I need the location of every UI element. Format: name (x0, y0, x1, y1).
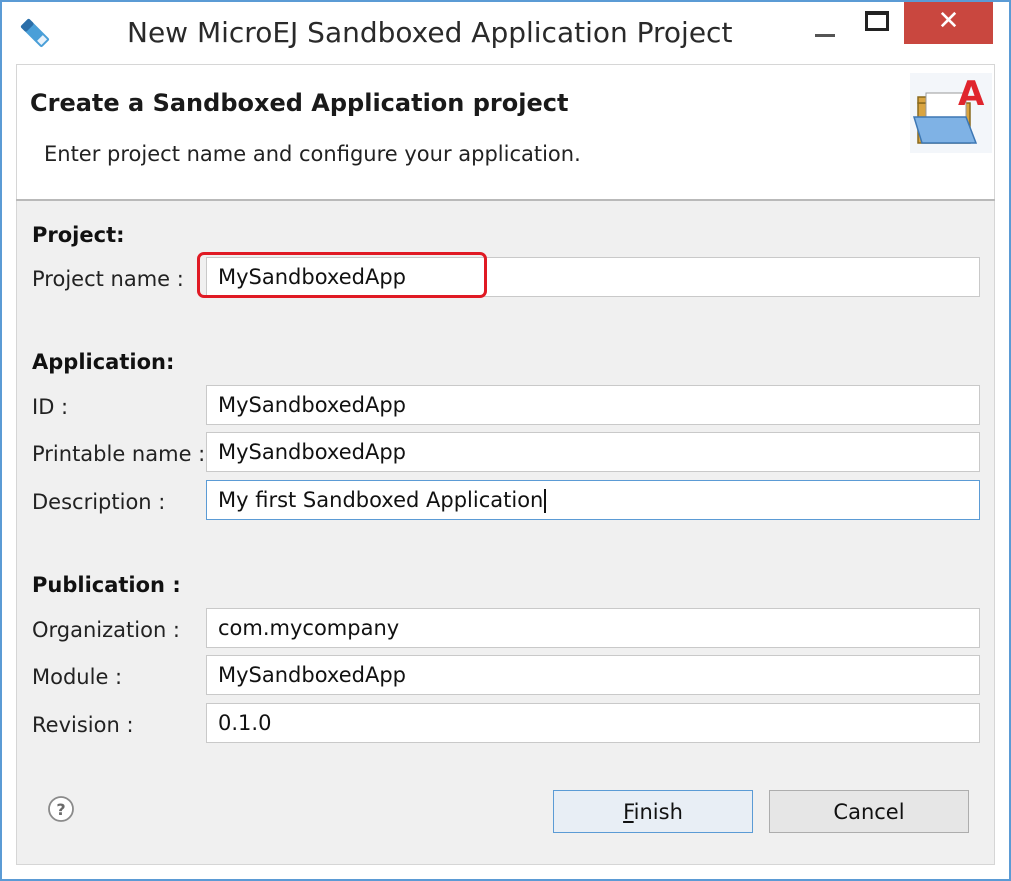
organization-input[interactable]: com.mycompany (206, 608, 980, 648)
svg-text:?: ? (56, 800, 65, 819)
minimize-icon (815, 33, 835, 37)
application-section-title: Application: (32, 350, 175, 374)
organization-label: Organization : (32, 618, 181, 642)
description-input[interactable]: My first Sandboxed Application (206, 480, 980, 520)
description-value: My first Sandboxed Application (218, 488, 544, 512)
wizard-window: New MicroEJ Sandboxed Application Projec… (0, 0, 1011, 881)
maximize-icon (865, 11, 889, 31)
svg-text:A: A (958, 74, 985, 114)
window-title: New MicroEJ Sandboxed Application Projec… (127, 16, 733, 49)
module-input[interactable]: MySandboxedApp (206, 655, 980, 695)
microej-app-icon (20, 18, 50, 48)
close-icon: ✕ (937, 6, 960, 36)
app-id-label: ID : (32, 395, 69, 419)
project-section-title: Project: (32, 223, 125, 247)
publication-section-title: Publication : (32, 573, 181, 597)
finish-button[interactable]: Finish (553, 790, 753, 833)
help-icon[interactable]: ? (47, 795, 75, 823)
button-bar: ? Finish Cancel (16, 746, 995, 865)
cancel-button[interactable]: Cancel (769, 790, 969, 833)
text-caret (544, 489, 547, 513)
wizard-banner: Create a Sandboxed Application project E… (16, 64, 995, 199)
description-label: Description : (32, 490, 166, 514)
project-name-label: Project name : (32, 267, 184, 291)
title-bar[interactable]: New MicroEJ Sandboxed Application Projec… (2, 2, 1009, 64)
finish-button-label: Finish (623, 799, 683, 824)
minimize-button[interactable] (802, 2, 848, 46)
close-button[interactable]: ✕ (904, 2, 993, 44)
new-folder-wizard-icon: A (910, 73, 992, 153)
maximize-button[interactable] (852, 2, 902, 46)
banner-description: Enter project name and configure your ap… (44, 142, 581, 166)
revision-input[interactable]: 0.1.0 (206, 703, 980, 743)
cancel-button-label: Cancel (833, 799, 905, 824)
form-area: Project: Project name : MySandboxedApp A… (16, 201, 995, 746)
project-name-input[interactable]: MySandboxedApp (206, 257, 980, 297)
app-id-input[interactable]: MySandboxedApp (206, 385, 980, 425)
module-label: Module : (32, 665, 123, 689)
printable-name-input[interactable]: MySandboxedApp (206, 432, 980, 472)
printable-name-label: Printable name : (32, 442, 206, 466)
revision-label: Revision : (32, 713, 134, 737)
banner-title: Create a Sandboxed Application project (30, 89, 569, 117)
